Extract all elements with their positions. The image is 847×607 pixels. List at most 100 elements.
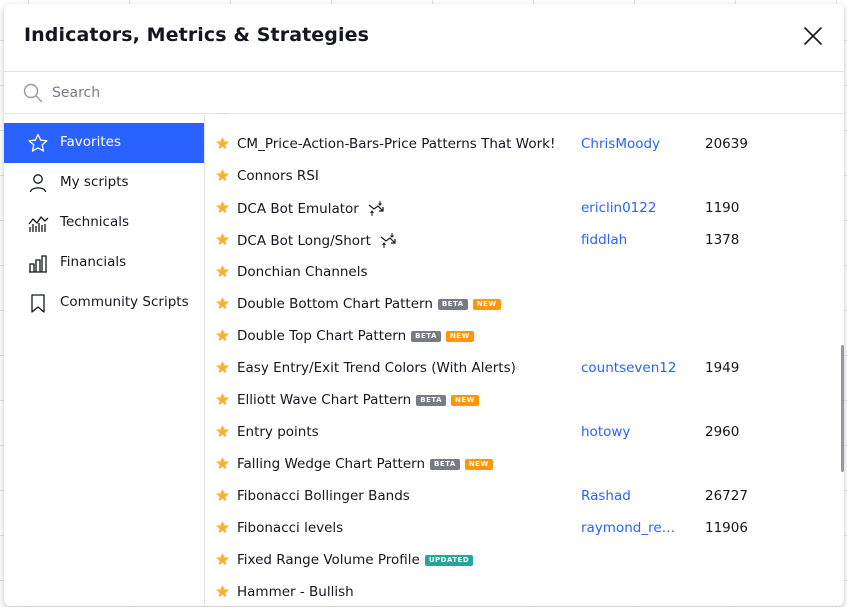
sidebar-item-favorites[interactable]: Favorites [4,123,204,163]
script-name: Fibonacci levels [237,520,343,536]
script-name-text: Fibonacci Bollinger Bands [237,488,410,504]
search-bar [4,71,844,114]
script-name: Double Bottom Chart Pattern BETA NEW [237,296,501,312]
sidebar-item-my-scripts[interactable]: My scripts [4,163,204,203]
list-item[interactable]: Donchian Channels [205,256,835,288]
list-item[interactable]: DCA Bot Long/Short fiddlah 1378 [205,224,835,256]
sidebar-item-label: Favorites [60,134,121,150]
script-name-text: Double Bottom Chart Pattern [237,296,433,312]
favorite-star-icon[interactable] [215,456,230,471]
category-sidebar: Favorites My scripts Technicals Financia… [4,113,205,606]
script-name-text: Donchian Channels [237,264,368,280]
sidebar-item-label: Community Scripts [60,294,189,310]
close-icon [804,27,822,45]
script-name-text: Entry points [237,424,319,440]
script-name-text: Hammer - Bullish [237,584,354,600]
list-item[interactable]: Connors RSI [205,160,835,192]
favorite-star-icon[interactable] [215,584,230,599]
badge-new: NEW [451,394,479,406]
badge-beta: BETA [416,394,447,406]
script-name-text: CM_Price-Action-Bars-Price Patterns That… [237,136,556,152]
sidebar-item-financials[interactable]: Financials [4,243,204,283]
search-input[interactable] [50,79,814,107]
list-item[interactable]: Hammer - Bullish [205,576,835,606]
list-item[interactable]: DCA Bot Emulator ericlin0122 1190 [205,192,835,224]
indicators-dialog: Indicators, Metrics & Strategies Favorit… [4,4,844,606]
script-name-text: Falling Wedge Chart Pattern [237,456,426,472]
favorite-star-icon[interactable] [215,488,230,503]
script-name-text: Connors RSI [237,168,319,184]
list-item[interactable]: Easy Entry/Exit Trend Colors (With Alert… [205,352,835,384]
badge-beta: BETA [430,458,460,470]
script-name: Entry points [237,424,319,440]
script-name: Double Top Chart Pattern BETA NEW [237,328,474,344]
favorite-star-icon[interactable] [215,520,230,535]
author-link[interactable]: countseven12 [581,360,676,376]
script-name-text: Easy Entry/Exit Trend Colors (With Alert… [237,360,516,376]
sidebar-item-technicals[interactable]: Technicals [4,203,204,243]
script-name-text: Fixed Range Volume Profile [237,552,420,568]
list-item[interactable]: Double Top Chart Pattern BETA NEW [205,320,835,352]
favorite-star-icon[interactable] [215,200,230,215]
script-name: DCA Bot Emulator [237,200,385,217]
user-icon [29,174,47,193]
author-link[interactable]: ChrisMoody [581,136,660,152]
favorite-star-icon[interactable] [215,360,230,375]
favorite-star-icon[interactable] [215,168,230,183]
favorite-star-icon[interactable] [215,552,230,567]
script-name: Fixed Range Volume Profile UPDATED [237,552,474,568]
author-link[interactable]: Rashad [581,488,631,504]
close-button[interactable] [802,25,824,47]
strategy-icon [368,200,385,217]
favorite-star-icon[interactable] [215,424,230,439]
star-icon [28,133,48,152]
badge-new: NEW [472,298,501,310]
list-item[interactable]: Elliott Wave Chart Pattern BETA NEW [205,384,835,416]
sidebar-item-label: Financials [60,254,127,270]
badge-new: NEW [445,330,474,342]
strategy-icon [380,232,397,249]
badge-updated: UPDATED [424,554,474,566]
favorite-star-icon[interactable] [215,328,230,343]
favorite-star-icon[interactable] [215,136,230,151]
script-name: Hammer - Bullish [237,584,354,600]
sidebar-item-label: Technicals [60,214,130,230]
author-link[interactable]: fiddlah [581,232,627,248]
favorite-star-icon[interactable] [215,392,230,407]
badge-beta: BETA [437,298,468,310]
scrollbar-thumb[interactable] [841,345,844,472]
sidebar-item-community-scripts[interactable]: Community Scripts [4,283,204,323]
dialog-header: Indicators, Metrics & Strategies [4,4,844,71]
list-item[interactable]: Double Bottom Chart Pattern BETA NEW [205,288,835,320]
bookmark-icon [31,294,45,313]
script-name: Elliott Wave Chart Pattern BETA NEW [237,392,479,408]
favorite-star-icon[interactable] [215,296,230,311]
script-name-text: DCA Bot Emulator [237,200,359,217]
script-name: Donchian Channels [237,264,368,280]
script-name: Falling Wedge Chart Pattern BETA NEW [237,456,493,472]
likes-count: 2960 [705,424,740,440]
technicals-chart-icon [28,216,49,232]
author-link[interactable]: raymond_red… [581,520,677,536]
likes-count: 26727 [705,488,748,504]
list-item[interactable]: CM_Price-Action-Bars-Price Patterns That… [205,128,835,160]
likes-count: 1378 [705,232,740,248]
list-item[interactable]: Fixed Range Volume Profile UPDATED [205,544,835,576]
script-name: CM_Price-Action-Bars-Price Patterns That… [237,136,555,152]
favorite-star-icon[interactable] [215,264,230,279]
likes-count: 11906 [705,520,748,536]
script-name: Fibonacci Bollinger Bands [237,488,410,504]
sidebar-item-label: My scripts [60,174,129,190]
list-item[interactable]: Fibonacci Bollinger Bands Rashad 26727 [205,480,835,512]
dialog-title: Indicators, Metrics & Strategies [24,24,370,46]
list-item[interactable]: Fibonacci levels raymond_red… 11906 [205,512,835,544]
likes-count: 1949 [705,360,740,376]
script-name: Connors RSI [237,168,319,184]
list-item[interactable]: Entry points hotowy 2960 [205,416,835,448]
favorite-star-icon[interactable] [215,232,230,247]
badge-new: NEW [464,458,493,470]
author-link[interactable]: hotowy [581,424,630,440]
list-item[interactable]: Falling Wedge Chart Pattern BETA NEW [205,448,835,480]
author-link[interactable]: ericlin0122 [581,200,656,216]
badge-beta: BETA [411,330,441,342]
